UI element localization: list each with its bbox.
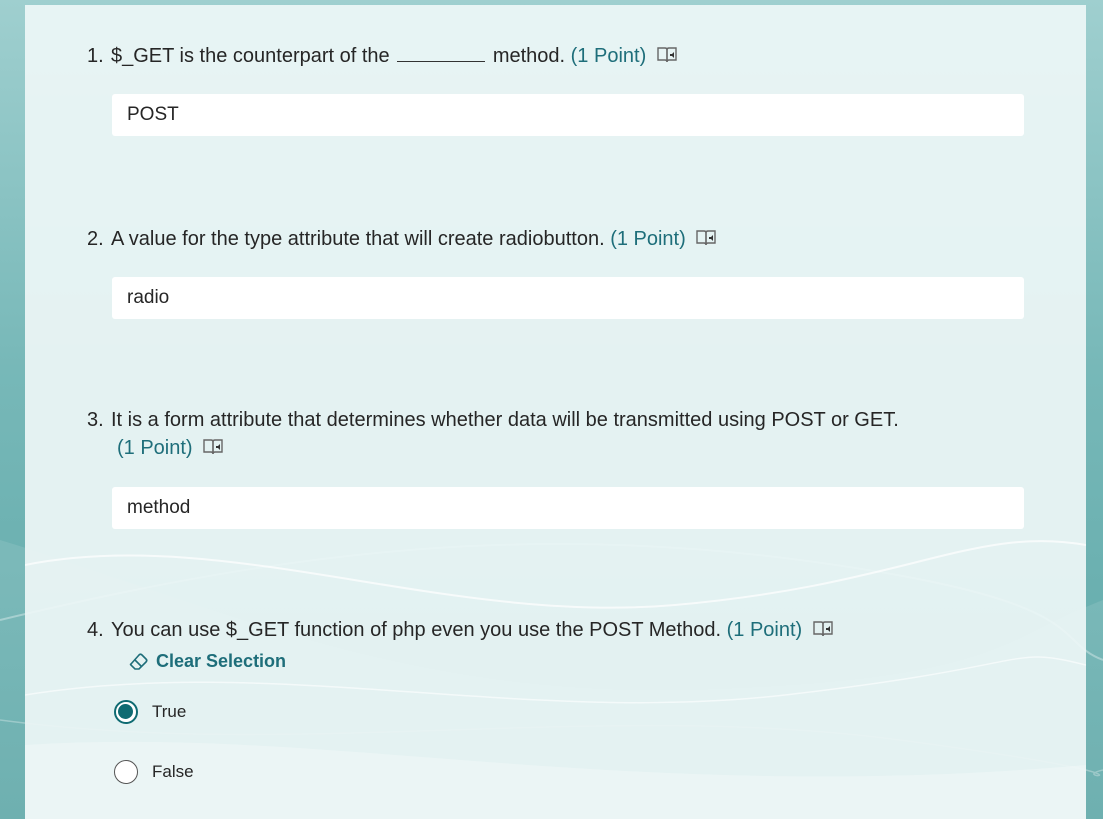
points-label: (1 Point)	[610, 228, 686, 250]
question-number: 4.	[87, 619, 104, 641]
radio-true[interactable]	[114, 700, 138, 724]
fill-in-blank	[397, 47, 486, 62]
option-label: False	[152, 762, 194, 781]
question-text: It is a form attribute that determines w…	[111, 409, 899, 431]
points-label: (1 Point)	[726, 619, 803, 641]
form-card: 1. $_GET is the counterpart of the method…	[25, 5, 1086, 819]
question-text-before: $_GET is the counterpart of the	[111, 45, 390, 67]
question-text: You can use $_GET function of php even y…	[111, 619, 722, 641]
immersive-reader-icon[interactable]	[656, 45, 678, 65]
points-label: (1 Point)	[570, 45, 647, 67]
answer-field-3[interactable]: method	[112, 487, 1024, 529]
question-1: 1. $_GET is the counterpart of the method…	[87, 42, 987, 70]
question-3: 3. It is a form attribute that determines…	[87, 406, 987, 462]
eraser-icon	[129, 653, 148, 670]
points-label: (1 Point)	[117, 437, 193, 459]
answer-field-2[interactable]: radio	[112, 277, 1024, 319]
immersive-reader-icon[interactable]	[202, 437, 224, 457]
option-false[interactable]: False	[114, 758, 194, 786]
clear-selection-button[interactable]: Clear Selection	[128, 647, 286, 675]
question-number: 1.	[87, 45, 104, 67]
option-true[interactable]: True	[114, 698, 186, 726]
radio-false[interactable]	[114, 760, 138, 784]
clear-selection-label: Clear Selection	[156, 651, 287, 671]
question-number: 3.	[87, 409, 104, 431]
question-text-after: method.	[492, 45, 566, 67]
option-label: True	[152, 702, 187, 721]
immersive-reader-icon[interactable]	[695, 228, 717, 248]
question-2: 2. A value for the type attribute that wi…	[87, 225, 987, 253]
question-4: 4. You can use $_GET function of php even…	[87, 616, 987, 644]
immersive-reader-icon[interactable]	[812, 619, 834, 639]
question-text: A value for the type attribute that will…	[111, 228, 605, 250]
question-number: 2.	[87, 228, 104, 250]
answer-field-1[interactable]: POST	[112, 94, 1024, 136]
